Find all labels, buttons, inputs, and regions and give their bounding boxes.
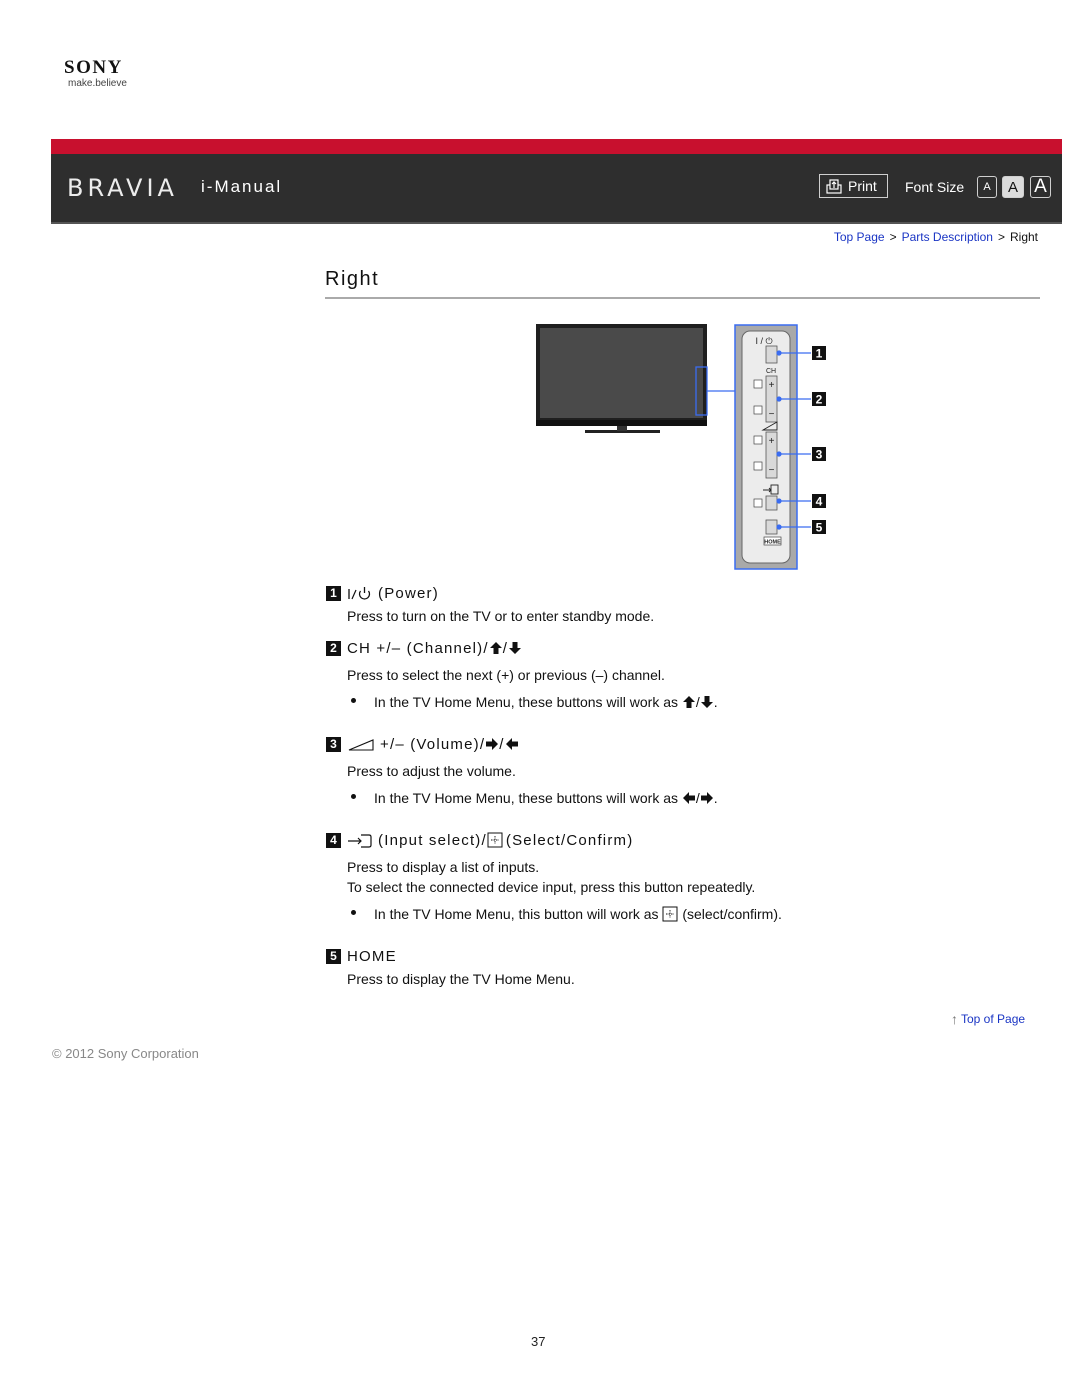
- arrow-left-icon: [682, 792, 695, 804]
- sony-tagline: make.believe: [68, 78, 127, 89]
- bullet-text: In the TV Home Menu, this button will wo…: [374, 906, 659, 922]
- font-size-small-button[interactable]: A: [977, 176, 997, 198]
- arrow-up-icon: [682, 696, 695, 708]
- breadcrumb: Top Page > Parts Description > Right: [834, 230, 1038, 244]
- svg-text:+: +: [769, 436, 775, 447]
- arrow-down-icon: [509, 642, 522, 654]
- section-number: 4: [326, 832, 341, 848]
- arrow-left-icon: [505, 738, 518, 750]
- section-number: 3: [326, 736, 341, 752]
- callout-2: 2: [816, 393, 823, 407]
- header-red-band: [51, 139, 1062, 154]
- section-number: 5: [326, 948, 341, 964]
- section-text: Press to turn on the TV or to enter stan…: [347, 608, 655, 624]
- title-divider: [325, 297, 1040, 299]
- section-heading: HOME: [347, 947, 397, 965]
- bullet-text: In the TV Home Menu, these buttons will …: [374, 790, 678, 806]
- sony-logo: SONY make.believe: [64, 58, 154, 90]
- print-icon: [826, 179, 842, 194]
- section-volume: 3 +/– (Volume)/ / Press to adjust the vo…: [326, 735, 1046, 806]
- header-divider: [51, 222, 1062, 224]
- section-heading: (Input select)/: [378, 831, 487, 849]
- section-number: 2: [326, 640, 341, 656]
- top-of-page-label: Top of Page: [961, 1012, 1026, 1026]
- sony-wordmark: SONY: [64, 57, 123, 78]
- section-text: Press to select the next (+) or previous…: [347, 667, 665, 683]
- breadcrumb-current: Right: [1009, 230, 1038, 244]
- callout-1: 1: [816, 347, 823, 361]
- section-input-select: 4 (Input select)/ (Select/Confirm) Press…: [326, 831, 1046, 922]
- section-home: 5 HOME Press to display the TV Home Menu…: [326, 947, 1046, 989]
- section-heading: CH +/– (Channel)/: [347, 639, 489, 657]
- section-heading: +/– (Volume)/: [380, 735, 486, 753]
- breadcrumb-parts-description[interactable]: Parts Description: [902, 230, 993, 244]
- section-number: 1: [326, 585, 341, 601]
- input-select-icon: [348, 834, 372, 848]
- top-of-page-link[interactable]: ↑ Top of Page: [951, 1011, 1025, 1027]
- home-label: HOME: [764, 540, 781, 546]
- callout-3: 3: [816, 448, 823, 462]
- svg-text:−: −: [769, 409, 775, 420]
- tv-right-side-illustration: I / ⏻ CH + − + − HOME 1 2 3 4 5: [536, 324, 826, 570]
- arrow-up-icon: ↑: [951, 1011, 958, 1027]
- imanual-title: i-Manual: [201, 177, 283, 196]
- section-channel: 2 CH +/– (Channel)/ / Press to select th…: [326, 639, 1046, 710]
- bullet-text: In the TV Home Menu, these buttons will …: [374, 694, 678, 710]
- arrow-right-icon: [486, 738, 499, 750]
- volume-icon: [348, 739, 374, 751]
- font-size-medium-button[interactable]: A: [1002, 176, 1024, 198]
- breadcrumb-separator: >: [889, 230, 897, 244]
- ch-label: CH: [766, 368, 776, 375]
- bravia-logo: BRAVIA: [67, 174, 178, 202]
- breadcrumb-separator: >: [997, 230, 1005, 244]
- font-size-label: Font Size: [905, 179, 965, 195]
- side-panel-illustration: I / ⏻ CH + − + − HOME: [734, 324, 798, 570]
- print-button[interactable]: Print: [819, 174, 888, 198]
- bullet-dot: [351, 793, 356, 799]
- arrow-down-icon: [700, 696, 713, 708]
- section-text: Press to display a list of inputs.: [347, 859, 540, 875]
- select-confirm-icon: [487, 832, 503, 848]
- section-heading-secondary: (Select/Confirm): [505, 831, 634, 849]
- bullet-dot: [351, 909, 356, 915]
- select-confirm-icon: [662, 906, 678, 922]
- section-text: Press to adjust the volume.: [347, 763, 516, 779]
- section-bullet: In the TV Home Menu, these buttons will …: [351, 694, 1046, 710]
- callout-4: 4: [816, 495, 823, 509]
- print-label: Print: [848, 178, 877, 194]
- svg-text:+: +: [769, 380, 775, 391]
- copyright: © 2012 Sony Corporation: [52, 1046, 199, 1061]
- section-heading: (Power): [378, 584, 439, 602]
- font-size-large-button[interactable]: A: [1030, 176, 1051, 198]
- page-title: Right: [325, 268, 380, 290]
- section-bullet: In the TV Home Menu, these buttons will …: [351, 790, 1046, 806]
- breadcrumb-top-page[interactable]: Top Page: [834, 230, 885, 244]
- arrow-up-icon: [489, 642, 502, 654]
- power-label: I / ⏻: [755, 336, 772, 346]
- section-text: To select the connected device input, pr…: [347, 879, 756, 895]
- svg-text:−: −: [769, 465, 775, 476]
- section-power: 1 (Power) Press to turn on the TV or to …: [326, 584, 1046, 626]
- arrow-right-icon: [700, 792, 713, 804]
- tv-illustration: [536, 324, 735, 433]
- callout-5: 5: [816, 521, 823, 535]
- page-number: 37: [531, 1334, 546, 1349]
- bullet-dot: [351, 697, 356, 703]
- section-bullet: In the TV Home Menu, this button will wo…: [351, 906, 1046, 922]
- power-icon: [348, 587, 371, 600]
- section-text: Press to display the TV Home Menu.: [347, 971, 575, 987]
- header-bar: BRAVIA i-Manual Print Font Size A A A: [51, 139, 1062, 224]
